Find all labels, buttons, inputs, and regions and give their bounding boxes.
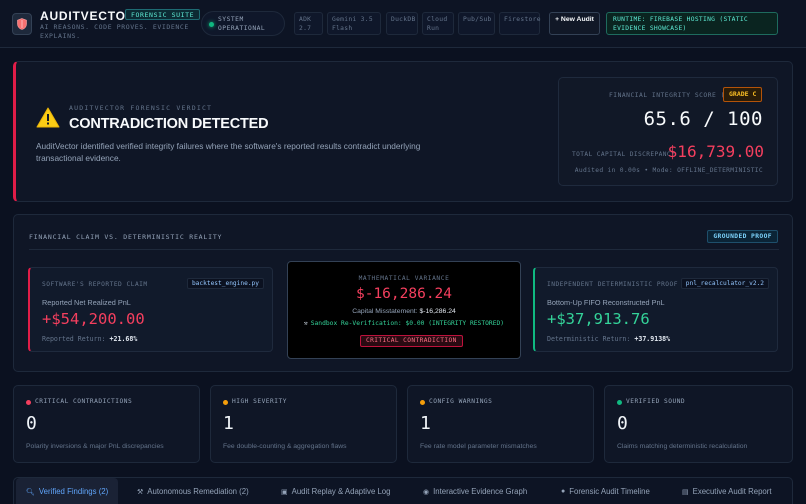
verdict-description: AuditVector identified verified integrit…: [36, 141, 421, 163]
discrepancy-value: $16,739.00: [667, 142, 764, 161]
reported-return: Reported Return: +21.68%: [42, 335, 137, 343]
tab-executive-report[interactable]: ▤ Executive Audit Report: [682, 478, 772, 504]
tab-label: Forensic Audit Timeline: [569, 487, 650, 496]
grounded-proof-badge: GROUNDED PROOF: [707, 230, 778, 243]
brand-tagline: AI REASONS. CODE PROVES. EVIDENCE EXPLAI…: [40, 23, 189, 40]
amber-dot-icon: [420, 400, 425, 405]
stat-value: 0: [26, 413, 37, 434]
tab-verified-findings[interactable]: 🔍︎ Verified Findings (2): [16, 478, 119, 504]
verdict-panel: AUDITVECTOR FORENSIC VERDICT CONTRADICTI…: [13, 61, 793, 202]
variance-eyebrow: MATHEMATICAL VARIANCE: [358, 275, 450, 282]
verdict-eyebrow: AUDITVECTOR FORENSIC VERDICT: [69, 104, 213, 112]
sandbox-reverification: ⚒ Sandbox Re-Verification: $0.00 (INTEGRI…: [288, 320, 520, 327]
tab-label: Autonomous Remediation (2): [147, 487, 249, 496]
variance-card: MATHEMATICAL VARIANCE $-16,286.24 Capita…: [287, 261, 521, 359]
stat-value: 1: [420, 413, 431, 434]
deterministic-return: Deterministic Return: +37.9138%: [547, 335, 670, 343]
stat-value: 0: [617, 413, 628, 434]
tab-audit-timeline[interactable]: ● Forensic Audit Timeline: [561, 478, 650, 504]
integrity-score-card: FINANCIAL INTEGRITY SCORE (FIS) GRADE C …: [558, 77, 778, 186]
runtime-banner: RUNTIME: FIREBASE HOSTING (STATIC EVIDEN…: [606, 12, 778, 35]
shield-logo-icon: [12, 13, 32, 35]
stat-card-high-severity: HIGH SEVERITY 1 Fee double-counting & ag…: [210, 385, 397, 463]
reported-return-value: +21.68%: [109, 335, 138, 343]
system-status-text: SYSTEM OPERATIONAL: [218, 16, 266, 32]
reported-claim-card: SOFTWARE'S REPORTED CLAIM backtest_engin…: [28, 267, 273, 352]
stat-label: CONFIG WARNINGS: [429, 398, 493, 405]
tech-chip-cloudrun: Cloud Run: [422, 12, 454, 35]
reported-claim-label: Reported Net Realized PnL: [42, 298, 131, 307]
clock-icon: ●: [561, 488, 566, 495]
brand-name: AUDITVECTOR: [40, 9, 136, 23]
graph-icon: ◉: [423, 488, 430, 496]
deterministic-return-value: +37.9138%: [634, 335, 671, 343]
green-dot-icon: [617, 400, 622, 405]
stat-description: Claims matching deterministic recalculat…: [617, 443, 748, 450]
stat-label: VERIFIED SOUND: [626, 398, 686, 405]
red-dot-icon: [26, 400, 31, 405]
reported-claim-value: +$54,200.00: [42, 310, 145, 328]
stat-description: Fee rate model parameter mismatches: [420, 443, 537, 450]
discrepancy-label: TOTAL CAPITAL DISCREPANCY: [572, 151, 676, 158]
amber-dot-icon: [223, 400, 228, 405]
document-icon: ▤: [682, 488, 689, 496]
top-header: AUDITVECTOR FORENSIC SUITE AI REASONS. C…: [0, 0, 806, 48]
reported-claim-file: backtest_engine.py: [186, 278, 264, 289]
new-audit-button[interactable]: + New Audit: [549, 12, 600, 35]
tech-chip-gemini: Gemini 3.5 Flash: [327, 12, 381, 35]
independent-proof-eyebrow: INDEPENDENT DETERMINISTIC PROOF: [547, 281, 678, 288]
stat-label: CRITICAL CONTRADICTIONS: [35, 398, 133, 405]
independent-proof-label: Bottom-Up FIFO Reconstructed PnL: [547, 298, 665, 307]
tab-audit-replay[interactable]: ▣ Audit Replay & Adaptive Log: [281, 478, 390, 504]
tab-label: Executive Audit Report: [692, 487, 772, 496]
status-dot-icon: [209, 22, 214, 27]
reported-claim-eyebrow: SOFTWARE'S REPORTED CLAIM: [42, 281, 148, 288]
claim-vs-reality-panel: FINANCIAL CLAIM VS. DETERMINISTIC REALIT…: [13, 214, 793, 372]
deterministic-return-label: Deterministic Return:: [547, 335, 631, 343]
brand-badge: FORENSIC SUITE: [125, 9, 201, 20]
tech-chip-pubsub: Pub/Sub: [458, 12, 495, 35]
stat-card-config-warnings: CONFIG WARNINGS 1 Fee rate model paramet…: [407, 385, 594, 463]
capital-misstatement: Capital Misstatement: $-16,286.24: [288, 308, 520, 315]
sandbox-text: Sandbox Re-Verification: $0.00 (INTEGRIT…: [310, 320, 505, 327]
verdict-title: CONTRADICTION DETECTED: [69, 116, 269, 132]
stat-description: Fee double-counting & aggregation flaws: [223, 443, 347, 450]
warning-icon: [36, 107, 60, 133]
tab-bar: 🔍︎ Verified Findings (2) ⚒ Autonomous Re…: [13, 477, 793, 504]
stat-card-verified-sound: VERIFIED SOUND 0 Claims matching determi…: [604, 385, 793, 463]
tab-label: Audit Replay & Adaptive Log: [291, 487, 391, 496]
variance-value: $-16,286.24: [355, 286, 453, 302]
stat-label: HIGH SEVERITY: [232, 398, 287, 405]
stat-value: 1: [223, 413, 234, 434]
stat-card-critical: CRITICAL CONTRADICTIONS 0 Polarity inver…: [13, 385, 200, 463]
tab-label: Verified Findings (2): [38, 487, 109, 496]
tab-evidence-graph[interactable]: ◉ Interactive Evidence Graph: [423, 478, 527, 504]
tab-label: Interactive Evidence Graph: [433, 487, 528, 496]
tech-chip-adk: ADK 2.7: [294, 12, 323, 35]
magnifier-icon: 🔍︎: [26, 488, 35, 496]
integrity-score-value: 65.6 / 100: [643, 108, 763, 130]
hammer-icon: ⚒: [137, 488, 144, 496]
hammer-icon: ⚒: [303, 320, 308, 327]
misstatement-value: $-16,286.24: [419, 308, 456, 315]
tech-chip-duckdb: DuckDB: [386, 12, 418, 35]
independent-proof-card: INDEPENDENT DETERMINISTIC PROOF pnl_reca…: [533, 267, 778, 352]
replay-icon: ▣: [281, 488, 288, 496]
reported-return-label: Reported Return:: [42, 335, 106, 343]
tech-chip-firestore: Firestore: [499, 12, 541, 35]
critical-contradiction-badge: CRITICAL CONTRADICTION: [360, 335, 463, 347]
independent-proof-value: +$37,913.76: [547, 310, 650, 328]
tab-autonomous-remediation[interactable]: ⚒ Autonomous Remediation (2): [137, 478, 249, 504]
divider: [29, 249, 779, 250]
misstatement-label: Capital Misstatement:: [352, 308, 418, 315]
stat-description: Polarity inversions & major PnL discrepa…: [26, 443, 164, 450]
claim-section-title: FINANCIAL CLAIM VS. DETERMINISTIC REALIT…: [29, 233, 223, 241]
independent-proof-file: pnl_recalculator_v2.2: [680, 278, 769, 289]
audit-meta: Audited in 0.00s • Mode: OFFLINE_DETERMI…: [574, 167, 763, 174]
system-status-pill: SYSTEM OPERATIONAL: [201, 11, 285, 36]
grade-badge: GRADE C: [723, 87, 763, 102]
